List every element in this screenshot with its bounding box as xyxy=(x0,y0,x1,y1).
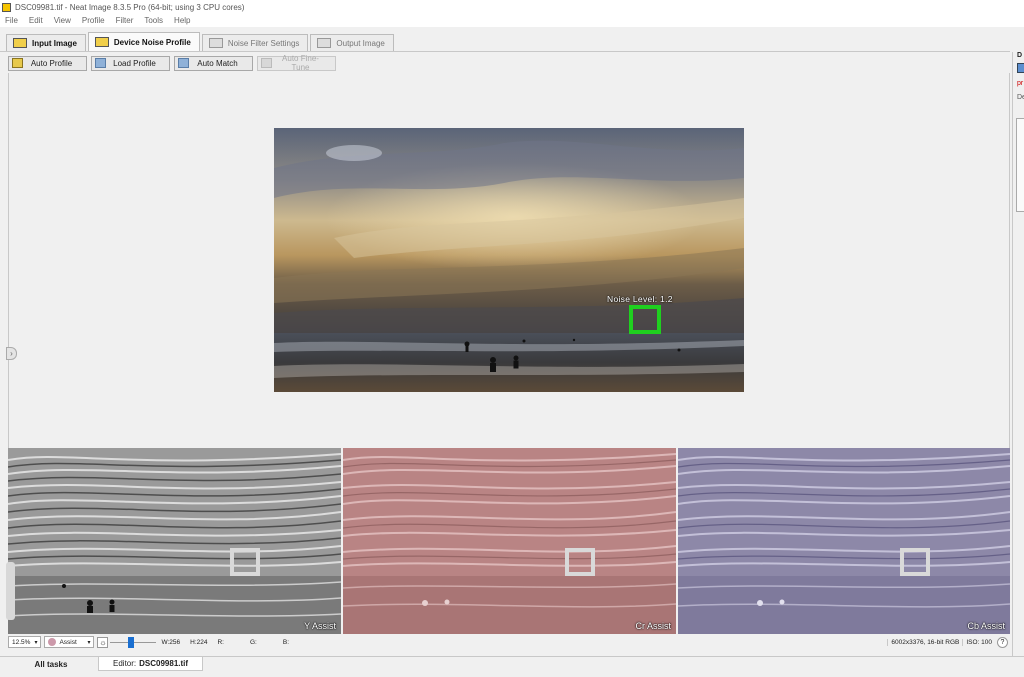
cr-assist-label: Cr Assist xyxy=(635,621,671,631)
auto-profile-button[interactable]: Auto Profile xyxy=(8,55,87,71)
slider-thumb[interactable] xyxy=(128,636,135,648)
cb-assist-label: Cb Assist xyxy=(967,621,1005,631)
noise-analysis-area-marker[interactable] xyxy=(629,305,661,334)
cr-assist-marker xyxy=(565,548,595,576)
view-mode-value: Assist xyxy=(59,638,77,646)
menu-view[interactable]: View xyxy=(54,16,71,25)
pixel-b: B: xyxy=(282,638,290,646)
profile-toolbar: Auto Profile Load Profile Auto Match Aut… xyxy=(0,53,1010,73)
cb-assist-marker xyxy=(900,548,930,576)
right-side-panel: D pr De xyxy=(1012,52,1024,656)
right-panel-box xyxy=(1016,118,1024,212)
auto-profile-label: Auto Profile xyxy=(30,58,73,68)
y-assist-panel[interactable]: Y Assist xyxy=(8,448,341,634)
editor-prefix: Editor: xyxy=(113,659,137,668)
image-info: 6002x3376, 16-bit RGB xyxy=(887,638,962,646)
auto-match-icon xyxy=(178,58,189,68)
tab-all-tasks-label: All tasks xyxy=(34,659,68,669)
tab-output-image-label: Output Image xyxy=(336,38,385,48)
window-title: DSC09981.tif - Neat Image 8.3.5 Pro (64-… xyxy=(15,2,245,12)
brightness-icon[interactable]: ☼ xyxy=(97,636,109,648)
input-image-icon xyxy=(13,38,27,48)
help-icon[interactable]: ? xyxy=(997,636,1008,648)
y-assist-marker xyxy=(230,548,260,576)
menu-help[interactable]: Help xyxy=(174,16,190,25)
area-width: W:256 xyxy=(161,638,181,646)
brightness-slider[interactable] xyxy=(110,636,157,648)
right-panel-button-icon[interactable] xyxy=(1017,63,1024,73)
tab-input-image[interactable]: Input Image xyxy=(6,34,86,51)
noise-profile-icon xyxy=(94,37,109,47)
area-height: H:224 xyxy=(190,638,208,646)
right-panel-status-text: pr xyxy=(1017,80,1024,87)
right-panel-label: De xyxy=(1017,94,1024,101)
pixel-r: R: xyxy=(217,638,224,646)
cr-assist-image xyxy=(343,448,676,634)
load-profile-label: Load Profile xyxy=(113,58,156,68)
menu-filter[interactable]: Filter xyxy=(116,16,134,25)
load-profile-button[interactable]: Load Profile xyxy=(91,55,170,71)
iso-info: ISO: 100 xyxy=(962,638,995,646)
chevron-down-icon: ▾ xyxy=(34,639,38,646)
tab-noise-filter-settings[interactable]: Noise Filter Settings xyxy=(201,34,309,51)
tab-device-noise-profile-label: Device Noise Profile xyxy=(113,37,191,47)
tab-device-noise-profile[interactable]: Device Noise Profile xyxy=(87,32,200,51)
auto-fine-tune-button[interactable]: Auto Fine-Tune xyxy=(257,54,336,72)
auto-match-button[interactable]: Auto Match xyxy=(174,55,253,71)
y-assist-label: Y Assist xyxy=(304,621,336,631)
fine-tune-icon xyxy=(261,58,272,68)
tab-all-tasks[interactable]: All tasks xyxy=(4,657,98,671)
cb-assist-image xyxy=(678,448,1010,634)
zoom-value: 12.5% xyxy=(12,638,31,646)
assist-side-handle[interactable] xyxy=(6,562,15,620)
cr-assist-panel[interactable]: Cr Assist xyxy=(343,448,676,634)
menu-profile[interactable]: Profile xyxy=(82,16,105,25)
tab-noise-filter-settings-label: Noise Filter Settings xyxy=(227,38,300,48)
assist-mode-icon xyxy=(48,638,57,646)
auto-profile-icon xyxy=(12,58,23,68)
title-bar: DSC09981.tif - Neat Image 8.3.5 Pro (64-… xyxy=(0,0,1024,14)
main-tab-bar: Input Image Device Noise Profile Noise F… xyxy=(0,27,1010,52)
app-icon xyxy=(2,2,11,12)
folder-icon xyxy=(95,58,106,68)
input-image-preview[interactable] xyxy=(274,128,744,392)
bottom-tab-bar: All tasks Editor: DSC09981.tif xyxy=(0,656,1024,677)
sunset-beach-photo xyxy=(274,128,744,392)
pixel-g: G: xyxy=(249,638,257,646)
auto-fine-tune-label: Auto Fine-Tune xyxy=(282,54,319,72)
menu-file[interactable]: File xyxy=(5,16,18,25)
zoom-dropdown[interactable]: 12.5% ▾ xyxy=(8,636,42,648)
filter-settings-icon xyxy=(208,38,223,48)
output-image-icon xyxy=(317,38,332,48)
menu-bar: File Edit View Profile Filter Tools Help xyxy=(0,14,1024,27)
y-assist-image xyxy=(8,448,341,634)
tab-input-image-label: Input Image xyxy=(32,38,77,48)
menu-tools[interactable]: Tools xyxy=(144,16,163,25)
tab-editor[interactable]: Editor: DSC09981.tif xyxy=(98,657,204,671)
panel-collapse-handle[interactable]: › xyxy=(6,347,17,360)
chevron-down-icon: ▾ xyxy=(87,639,91,646)
auto-match-label: Auto Match xyxy=(197,58,238,68)
view-mode-dropdown[interactable]: Assist ▾ xyxy=(44,636,95,648)
assist-panels: Y Assist Cr Assist Cb Assist xyxy=(8,448,1010,634)
right-panel-heading: D xyxy=(1017,52,1023,59)
cb-assist-panel[interactable]: Cb Assist xyxy=(678,448,1010,634)
status-right: 6002x3376, 16-bit RGB ISO: 100 ? xyxy=(887,636,1010,648)
status-bar: 12.5% ▾ Assist ▾ ☼ W:256 H:224 R: G: B: … xyxy=(8,634,1010,650)
tab-output-image[interactable]: Output Image xyxy=(310,34,394,51)
editor-file-name: DSC09981.tif xyxy=(139,659,189,668)
noise-level-label: Noise Level: 1.2 xyxy=(607,294,673,304)
menu-edit[interactable]: Edit xyxy=(29,16,43,25)
